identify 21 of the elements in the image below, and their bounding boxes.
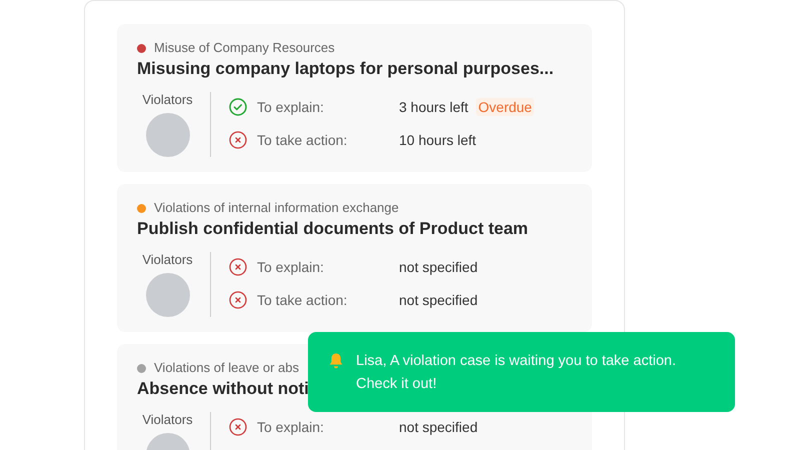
deadline-label: To explain: <box>257 98 325 116</box>
deadline-label: To take action: <box>257 131 348 149</box>
deadline-value: not specified <box>399 418 478 436</box>
deadline-value: not specified <box>399 291 478 309</box>
case-category: Violations of leave or abs <box>154 360 300 376</box>
violators-label: Violators <box>142 412 193 428</box>
deadline-value: not specified <box>399 258 478 276</box>
case-category: Violations of internal information exchange <box>154 200 399 216</box>
case-title: Absence without noti <box>137 378 309 400</box>
overdue-badge: Overdue <box>476 98 534 116</box>
violators-label: Violators <box>142 92 193 108</box>
deadline-label: To take action: <box>257 291 348 309</box>
deadline-value: 3 hours left <box>399 98 468 116</box>
case-title: Publish confidential documents of Product team <box>137 218 528 240</box>
case-category: Misuse of Company Resources <box>154 40 335 56</box>
violators-label: Violators <box>142 252 193 268</box>
deadline-label: To explain: <box>257 418 325 436</box>
case-title: Misusing company laptops for personal purposes... <box>137 58 554 80</box>
toast-message: Lisa, A violation case is waiting you to take action. Check it out! <box>356 352 677 394</box>
deadline-value: 10 hours left <box>399 131 476 149</box>
deadline-label: To explain: <box>257 258 325 276</box>
